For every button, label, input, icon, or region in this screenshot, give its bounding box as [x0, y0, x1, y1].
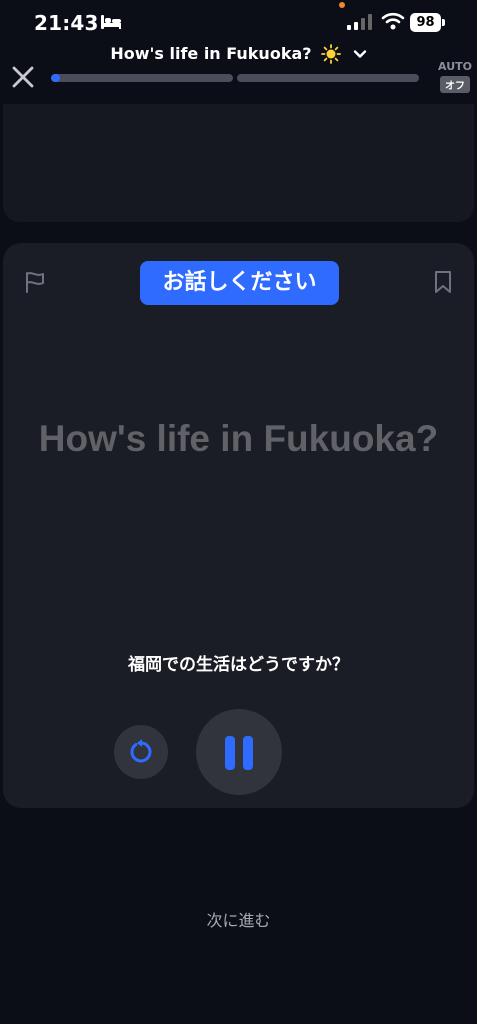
lesson-title: How's life in Fukuoka?: [110, 44, 312, 63]
recording-indicator-dot: [339, 2, 345, 8]
signal-icon: [347, 14, 372, 30]
speak-prompt-badge: お話しください: [140, 261, 339, 305]
auto-label: AUTO: [438, 60, 472, 73]
wifi-icon: [381, 12, 405, 30]
sun-icon: [321, 43, 342, 64]
bed-icon: [101, 15, 121, 29]
previous-card: [3, 104, 474, 222]
flag-icon[interactable]: [24, 270, 46, 294]
replay-button[interactable]: [114, 725, 168, 779]
status-time: 21:43: [34, 11, 99, 35]
english-sentence: How's life in Fukuoka?: [38, 418, 439, 459]
close-icon[interactable]: [10, 64, 36, 90]
replay-icon: [130, 739, 152, 763]
next-button[interactable]: 次に進む: [0, 907, 477, 931]
bookmark-icon[interactable]: [432, 270, 454, 294]
battery-icon: 98: [410, 13, 446, 32]
chevron-down-icon: [353, 49, 366, 58]
auto-play-toggle[interactable]: AUTO オフ: [434, 60, 476, 93]
lesson-progress-bar: [51, 74, 419, 82]
lesson-title-dropdown[interactable]: How's life in Fukuoka?: [0, 43, 477, 64]
auto-state: オフ: [440, 76, 470, 93]
japanese-translation: 福岡での生活はどうですか？: [128, 655, 349, 675]
pause-button[interactable]: [196, 709, 282, 795]
progress-segment: [51, 74, 233, 82]
battery-level: 98: [410, 13, 441, 32]
progress-segment: [237, 74, 419, 82]
